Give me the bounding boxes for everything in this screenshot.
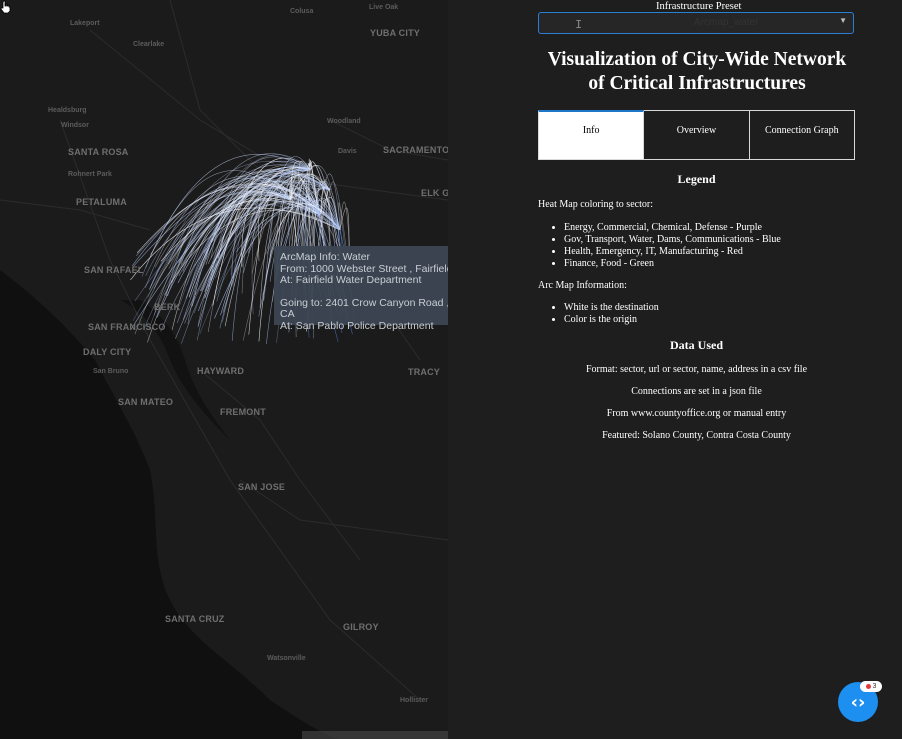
legend-heading: Legend: [677, 172, 716, 186]
tooltip-line: Going to: 2401 Crow Canyon Road , San Ra…: [280, 296, 448, 320]
city-label: Colusa: [290, 8, 314, 15]
arc-tooltip: ArcMap Info: Water From: 1000 Webster St…: [274, 246, 448, 331]
city-label: Hollister: [400, 697, 429, 704]
code-chevrons-icon: ‹›: [850, 691, 866, 713]
city-label: SAN MATEO: [118, 397, 174, 407]
chevron-down-icon[interactable]: ▼: [839, 16, 847, 25]
tab-overview[interactable]: Overview: [644, 110, 750, 160]
city-label: SANTA CRUZ: [165, 614, 225, 624]
preset-label: Infrastructure Preset: [656, 1, 742, 12]
list-item: Finance, Food - Green: [564, 258, 855, 270]
preset-value: Arcmap_water: [694, 17, 759, 28]
city-label: San Bruno: [93, 368, 129, 375]
city-label: SACRAMENTO: [383, 145, 448, 155]
arcmap-list: White is the destination Color is the or…: [538, 302, 855, 326]
city-label: BERK: [154, 302, 181, 312]
city-label: Rohnert Park: [68, 171, 112, 178]
tab-info[interactable]: Info: [538, 110, 645, 160]
arcmap-intro: Arc Map Information:: [538, 280, 627, 291]
tab-connection-graph[interactable]: Connection Graph: [749, 110, 855, 160]
preset-dropdown[interactable]: I Arcmap_water ▼: [538, 12, 854, 34]
badge-count: 3: [872, 683, 877, 690]
list-item: Health, Emergency, IT, Manufacturing - R…: [564, 246, 855, 258]
map-attribution[interactable]: [302, 731, 448, 739]
list-item: Energy, Commercial, Chemical, Defense - …: [564, 222, 855, 234]
city-label: ELK GR: [421, 188, 448, 198]
heatmap-intro: Heat Map coloring to sector:: [538, 199, 653, 210]
page-title: Visualization of City-Wide Network of Cr…: [547, 49, 847, 94]
notification-badge: 3: [860, 681, 882, 692]
city-label: SAN RAFAEL: [84, 265, 144, 275]
tooltip-line: ArcMap Info: Water: [280, 251, 371, 263]
city-label: Woodland: [327, 118, 361, 125]
tooltip-line: At: Fairfield Water Department: [280, 274, 422, 286]
heatmap-list: Energy, Commercial, Chemical, Defense - …: [538, 222, 855, 270]
tooltip-line: At: San Pablo Police Department: [280, 319, 434, 332]
city-label: TRACY: [408, 367, 440, 377]
city-label: Healdsburg: [48, 107, 87, 114]
text-cursor-icon: I: [575, 18, 583, 32]
city-label: Lakeport: [70, 20, 100, 27]
city-label: FREMONT: [220, 407, 266, 417]
city-label: GILROY: [343, 622, 379, 632]
city-label: Watsonville: [267, 655, 306, 662]
city-label: Clearlake: [133, 41, 165, 48]
data-line: Connections are set in a json file: [631, 386, 762, 397]
city-label: Windsor: [61, 122, 89, 129]
data-used-heading: Data Used: [670, 338, 723, 352]
city-label: HAYWARD: [197, 366, 245, 376]
city-label: Live Oak: [369, 4, 399, 11]
alert-dot-icon: [865, 684, 871, 689]
city-label: SAN JOSE: [238, 482, 286, 492]
side-panel: Infrastructure Preset I Arcmap_water ▼ V…: [448, 0, 902, 739]
info-content: Legend Heat Map coloring to sector: Ener…: [538, 172, 855, 442]
tab-bar: Info Overview Connection Graph: [538, 110, 855, 160]
hand-cursor-icon: [0, 0, 11, 14]
city-label: Davis: [338, 148, 357, 155]
city-label: DALY CITY: [83, 347, 132, 357]
data-line: From www.countyoffice.org or manual entr…: [606, 408, 787, 419]
city-label: YUBA CITY: [370, 28, 420, 38]
list-item: White is the destination: [564, 302, 855, 314]
data-line: Featured: Solano County, Contra Costa Co…: [602, 430, 791, 441]
list-item: Gov, Transport, Water, Dams, Communicati…: [564, 234, 855, 246]
map-canvas[interactable]: YUBA CITY SANTA ROSA SACRAMENTO PETALUMA ELK…: [0, 0, 448, 739]
data-line: Format: sector, url or sector, name, add…: [585, 364, 808, 375]
city-label: SANTA ROSA: [68, 147, 129, 157]
list-item: Color is the origin: [564, 314, 855, 326]
city-label: SAN FRANCISCO: [88, 322, 166, 332]
city-label: PETALUMA: [76, 197, 127, 207]
